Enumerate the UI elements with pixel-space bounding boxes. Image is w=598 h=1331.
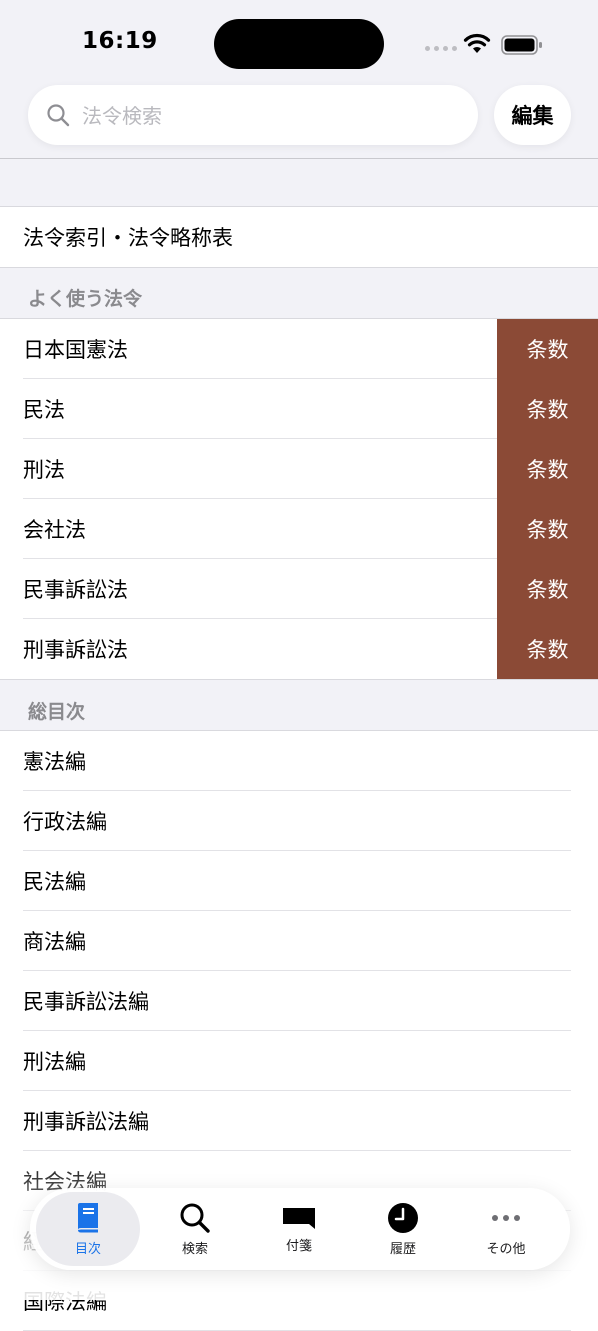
article-count-button[interactable]: 条数 xyxy=(497,319,598,379)
list-item-label: 法令索引・法令略称表 xyxy=(23,226,233,250)
section-header-toc: 総目次 xyxy=(28,701,86,723)
list-item-label: 国際法編 xyxy=(23,1290,107,1314)
search-icon xyxy=(180,1203,210,1233)
tab-sticky-notes[interactable]: 付箋 xyxy=(247,1188,351,1270)
article-count-button[interactable]: 条数 xyxy=(497,619,598,679)
list-item-toc[interactable]: 商法編 xyxy=(0,911,598,971)
clock-icon xyxy=(388,1202,418,1233)
tab-label: 付箋 xyxy=(285,1238,312,1254)
article-count-button[interactable]: 条数 xyxy=(497,439,598,499)
list-item-label: 会社法 xyxy=(23,518,86,542)
list-item-toc[interactable]: 国際法編 xyxy=(0,1271,598,1331)
list-item-toc[interactable]: 民事訴訟法編 xyxy=(0,971,598,1031)
list-item-frequent[interactable]: 刑事訴訟法 条数 xyxy=(0,619,598,679)
search-icon xyxy=(47,104,70,127)
tab-history[interactable]: 履歴 xyxy=(351,1188,455,1270)
list-item-toc[interactable]: 刑法編 xyxy=(0,1031,598,1091)
more-icon xyxy=(492,1214,520,1221)
dynamic-island xyxy=(214,19,384,69)
list-item-label: 刑法編 xyxy=(23,1050,86,1074)
list-item-label: 民法編 xyxy=(23,870,86,894)
status-time: 16:19 xyxy=(82,28,158,54)
article-count-button[interactable]: 条数 xyxy=(497,499,598,559)
list-item-frequent[interactable]: 日本国憲法 条数 xyxy=(0,319,598,379)
tab-more[interactable]: その他 xyxy=(454,1188,558,1270)
book-icon xyxy=(78,1202,98,1232)
list-item-toc[interactable]: 行政法編 xyxy=(0,791,598,851)
tab-label: 目次 xyxy=(74,1241,101,1257)
battery-icon xyxy=(501,35,542,55)
index-group: 法令索引・法令略称表 xyxy=(0,206,598,268)
tab-contents[interactable]: 目次 xyxy=(36,1192,140,1266)
list-item-frequent[interactable]: 刑法 条数 xyxy=(0,439,598,499)
tab-label: その他 xyxy=(486,1241,526,1257)
list-item-label: 刑事訴訟法編 xyxy=(23,1110,149,1134)
list-item-label: 民事訴訟法 xyxy=(23,578,128,602)
list-item-toc[interactable]: 刑事訴訟法編 xyxy=(0,1091,598,1151)
frequent-laws-group: 日本国憲法 条数 民法 条数 刑法 条数 会社法 条数 民事訴訟法 条数 刑事訴… xyxy=(0,318,598,680)
search-input[interactable] xyxy=(80,99,464,133)
list-item-label: 憲法編 xyxy=(23,750,86,774)
list-item-toc[interactable]: 憲法編 xyxy=(0,731,598,791)
list-item-law-index[interactable]: 法令索引・法令略称表 xyxy=(0,207,598,267)
list-item-label: 刑法 xyxy=(23,458,65,482)
header-divider xyxy=(0,158,598,159)
flag-icon xyxy=(283,1207,315,1229)
article-count-button[interactable]: 条数 xyxy=(497,379,598,439)
list-item-frequent[interactable]: 会社法 条数 xyxy=(0,499,598,559)
cellular-signal-icon xyxy=(425,46,457,51)
tab-bar: 目次 検索 付箋 履歴 その他 xyxy=(30,1188,570,1270)
edit-button[interactable]: 編集 xyxy=(494,85,571,145)
tab-label: 履歴 xyxy=(389,1241,416,1257)
article-count-button[interactable]: 条数 xyxy=(497,559,598,619)
list-item-toc[interactable]: 民法編 xyxy=(0,851,598,911)
list-item-label: 商法編 xyxy=(23,930,86,954)
list-item-label: 民法 xyxy=(23,398,65,422)
list-item-label: 日本国憲法 xyxy=(23,338,128,362)
list-item-label: 刑事訴訟法 xyxy=(23,638,128,662)
section-header-frequent: よく使う法令 xyxy=(28,288,143,310)
tab-label: 検索 xyxy=(181,1241,208,1257)
list-item-frequent[interactable]: 民事訴訟法 条数 xyxy=(0,559,598,619)
wifi-icon xyxy=(463,33,491,53)
search-bar[interactable] xyxy=(28,85,478,145)
list-item-label: 行政法編 xyxy=(23,810,107,834)
list-item-label: 民事訴訟法編 xyxy=(23,990,149,1014)
status-bar: 16:19 xyxy=(0,0,598,80)
tab-search[interactable]: 検索 xyxy=(143,1188,247,1270)
list-item-frequent[interactable]: 民法 条数 xyxy=(0,379,598,439)
